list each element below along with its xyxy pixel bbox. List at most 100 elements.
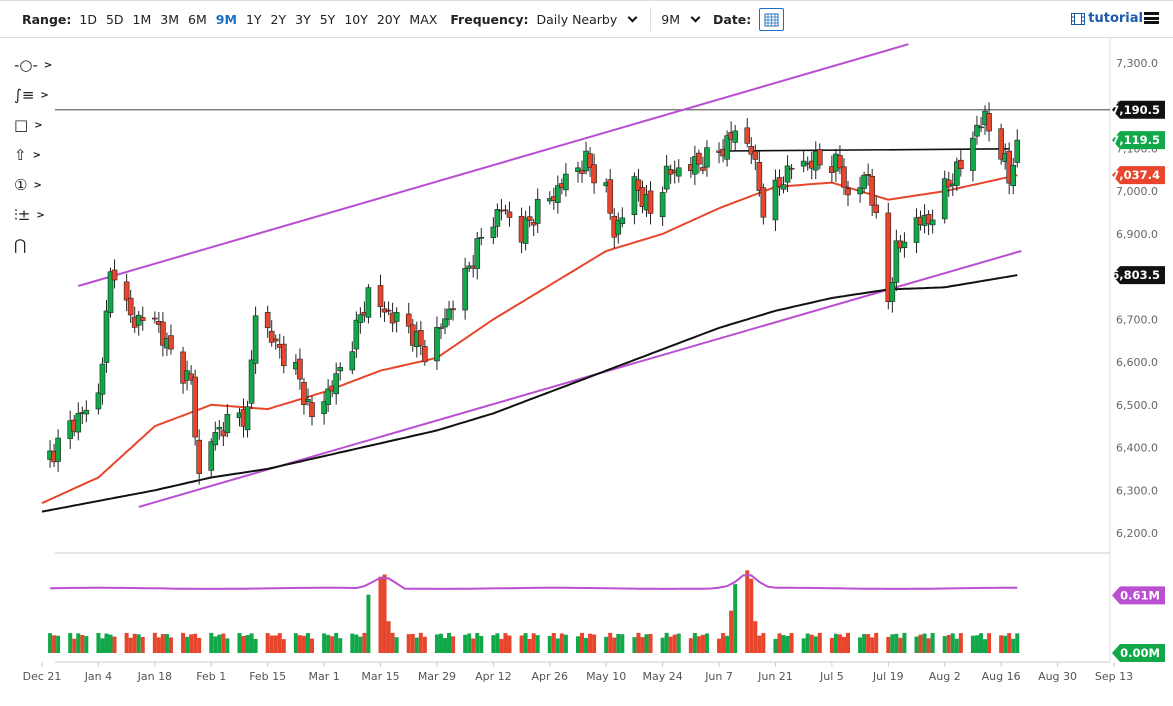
candle [1011,165,1016,186]
calendar-button[interactable] [759,8,784,31]
volume-bar [632,637,636,653]
y-tick-label: 6,900.0 [1116,228,1158,241]
volume-bar [701,635,705,653]
candle [185,371,190,380]
candle [265,312,270,327]
volume-bar [274,635,278,653]
volume-bar [104,634,108,653]
range-10y[interactable]: 10Y [344,12,368,27]
volume-bar [499,639,503,653]
candle [829,167,834,173]
volume-bar [209,633,213,653]
candle [958,160,963,169]
volume-bar [556,639,560,653]
tutorial-link[interactable]: tutorial [1071,11,1143,26]
candle [136,315,141,325]
candle [305,399,310,401]
y-tick-label: 6,800.0 [1116,271,1158,284]
candle [777,177,782,186]
candle [696,153,701,164]
volume-bar [640,637,644,653]
range-3y[interactable]: 3Y [295,12,311,27]
volume-bar [415,638,419,653]
arrow-tool[interactable]: ⇧> [0,140,55,170]
candle [156,321,161,324]
volume-bar [818,633,822,653]
range-9m[interactable]: 9M [216,12,237,27]
x-tick-label: Jul 19 [872,670,904,683]
candle [410,325,415,346]
candle [660,192,665,216]
range-1d[interactable]: 1D [79,12,97,27]
y-tick-label: 7,300.0 [1116,57,1158,70]
calendar-icon [764,12,779,27]
volume-bar [1011,639,1015,653]
candle [253,316,258,364]
x-tick-label: Jan 4 [84,670,112,683]
volume-bar [725,636,729,653]
volume-bar [592,634,596,653]
candle [519,216,524,242]
volume-bar [109,635,113,653]
candle [970,138,975,170]
volume-bar [528,639,532,653]
range-6m[interactable]: 6M [188,12,207,27]
annotation-tool[interactable]: ①> [0,170,55,200]
candle [846,188,851,194]
y-tick-label: 6,400.0 [1116,442,1158,455]
candle [281,344,286,366]
candle [616,221,621,235]
y-tick-label: 7,000.0 [1116,185,1158,198]
frequency-value: Daily Nearby [536,12,617,27]
candle [334,374,339,394]
fibonacci-tool[interactable]: ∫≡> [0,80,55,110]
candle [983,111,988,125]
volume-bar [620,634,624,653]
candle [96,393,101,409]
range-5y[interactable]: 5Y [320,12,336,27]
candle [1007,151,1012,183]
candle [160,322,165,345]
candle [644,194,649,210]
candle [801,161,806,166]
rectangle-tool[interactable]: □> [0,110,55,140]
volume-bar [153,633,157,653]
hamburger-menu-icon[interactable] [1144,12,1159,24]
range-20y[interactable]: 20Y [377,12,401,27]
range-3m[interactable]: 3M [160,12,179,27]
candle [354,320,359,349]
line-tool-icon: -○- [14,56,38,74]
y-tick-label: 7,200.0 [1116,100,1158,113]
frequency-select[interactable]: Daily Nearby [536,12,650,27]
candle [225,414,230,432]
volume-bar [72,639,76,653]
candle [636,180,641,191]
magnet-tool[interactable]: ⋂ [0,230,55,260]
candle [547,199,552,201]
volume-bar [68,633,72,653]
pitchfork-tool[interactable]: ⫶±> [0,200,55,230]
volume-bar [181,633,185,653]
y-tick-label: 6,700.0 [1116,313,1158,326]
range-2y[interactable]: 2Y [271,12,287,27]
candle [350,352,355,370]
candle [918,217,923,225]
chevron-right-icon: > [36,210,44,221]
range-max[interactable]: MAX [409,12,437,27]
volume-bar [165,634,169,653]
volume-bar [782,635,786,653]
volume-bar [552,633,556,653]
range-5d[interactable]: 5D [106,12,124,27]
candle [725,136,730,160]
volume-bar [874,633,878,653]
crosshair-tool[interactable]: -○-> [0,50,55,80]
candle [451,309,456,310]
range-1m[interactable]: 1M [133,12,152,27]
period-select[interactable]: 9M [661,12,713,27]
rectangle-icon: □ [14,116,28,134]
candle [443,319,448,327]
range-1y[interactable]: 1Y [246,12,262,27]
candle [688,164,693,170]
candle [104,311,109,363]
x-tick-label: Jul 5 [819,670,844,683]
